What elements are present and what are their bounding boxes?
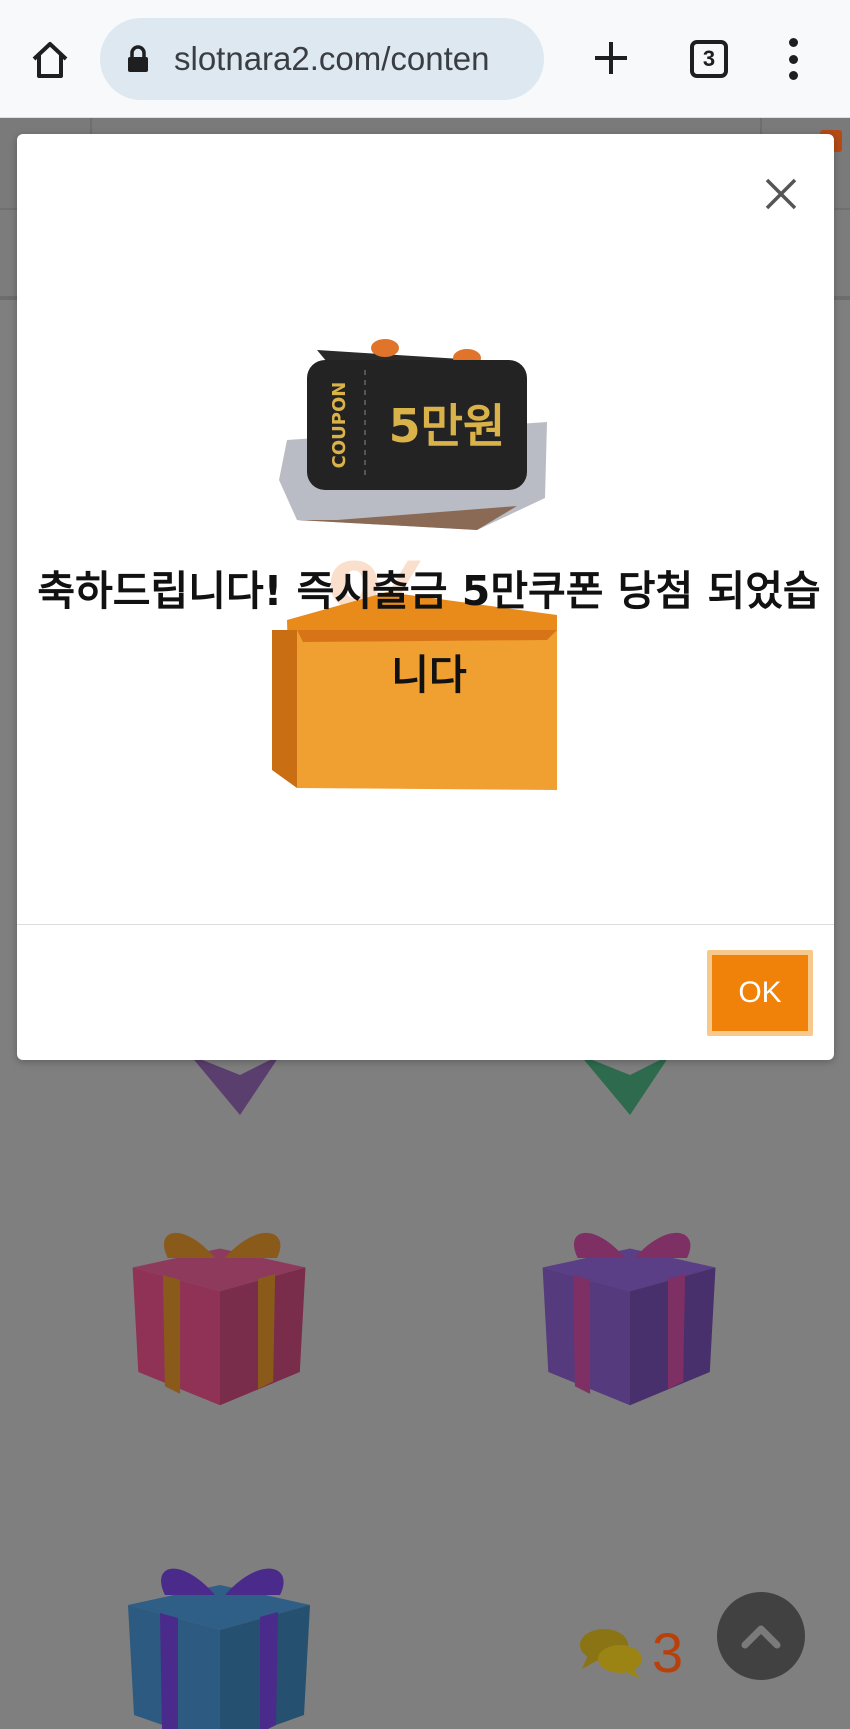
browser-toolbar: slotnara2.com/conten 3 [0,0,850,118]
tab-switcher-icon[interactable]: 3 [690,40,728,78]
chat-count: 3 [652,1621,684,1684]
gift-box-icon[interactable] [530,1220,730,1410]
ok-button[interactable]: OK [707,950,813,1036]
gift-box-icon[interactable] [120,1220,320,1410]
url-text: slotnara2.com/conten [174,40,490,77]
modal-divider [17,924,834,925]
prize-modal: COUPON 5만원 % 축하드립니다! 즉시출금 5만쿠폰 당첨 되었습니다 … [17,134,834,1060]
coupon-amount-label: 5만원 [389,399,506,453]
prize-message: 축하드립니다! 즉시출금 5만쿠폰 당첨 되었습니다 [37,567,821,699]
scroll-to-top-button[interactable] [717,1592,805,1680]
chevron-up-icon [741,1625,781,1649]
gift-box-icon[interactable] [120,1555,320,1729]
chat-bubbles-icon [580,1628,642,1679]
close-icon[interactable] [757,170,805,218]
more-menu-icon[interactable] [775,36,811,82]
chat-indicator[interactable]: 3 [578,1620,683,1685]
home-icon[interactable] [24,34,76,86]
lock-icon [126,44,150,74]
coupon-side-label: COUPON [329,382,350,469]
address-bar[interactable]: slotnara2.com/conten [100,18,544,100]
new-tab-icon[interactable] [585,30,637,86]
